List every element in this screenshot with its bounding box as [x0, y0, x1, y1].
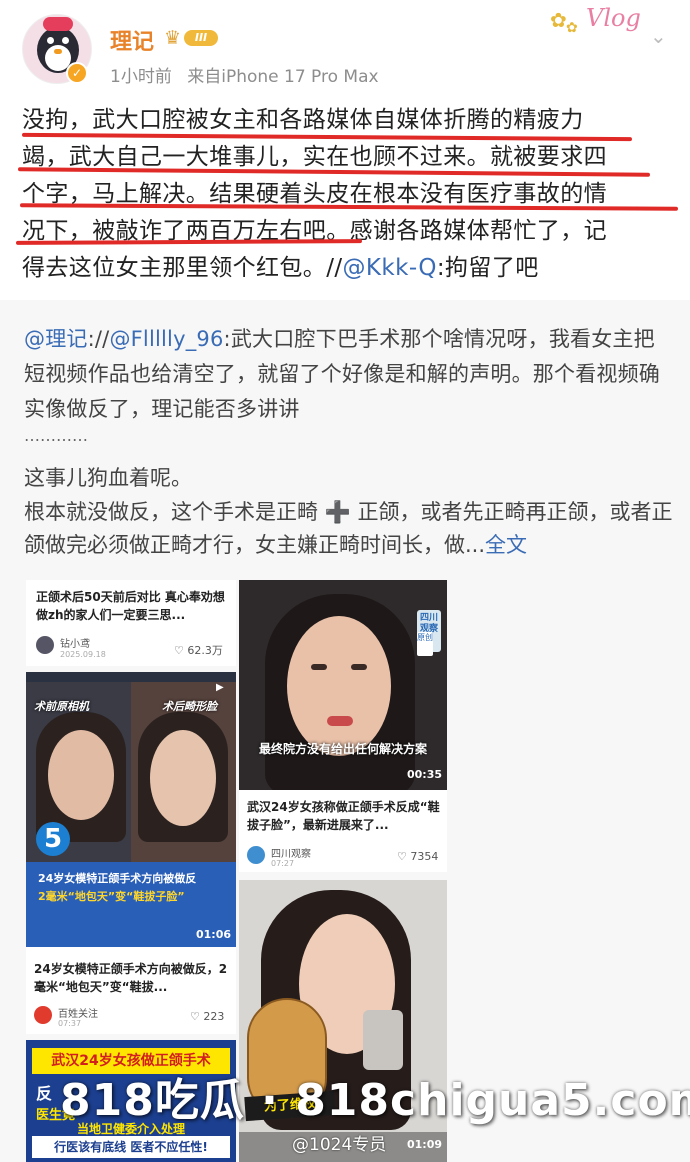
- video-caption: 最终院方没有给出任何解决方案: [258, 742, 427, 756]
- flower-icon: ✿: [550, 8, 567, 32]
- video-thumbnail: 术前原相机 术后畸形脸 ▶ 24岁女模特正颌手术方向被做反 2毫米“地包天”变“…: [26, 672, 236, 947]
- card-title: 武汉24岁女孩称做正颌手术反成“鞋拔子脸”，最新进展来了...: [247, 800, 440, 832]
- post-body: 没拘，武大口腔被女主和各路媒体自媒体折腾的精疲力 竭，武大自己一大堆事儿，实在也…: [22, 102, 672, 287]
- channel-logo-icon: 5: [36, 822, 70, 856]
- quoted-reply: 这事儿狗血着呢。: [24, 466, 192, 490]
- card-title: 24岁女模特正颌手术方向被做反，2毫米“地包天”变“鞋拔...: [34, 962, 228, 994]
- card-date: 2025.09.18: [60, 650, 106, 659]
- expand-link[interactable]: 全文: [485, 533, 527, 557]
- post-line: 得去这位女主那里领个红包。//@Kkk-Q:拘留了吧: [22, 255, 539, 281]
- site-watermark: 818吃瓜 · 818chigua5.com: [60, 1075, 690, 1126]
- video-duration: 01:09: [407, 1138, 443, 1151]
- video-duration: 01:06: [196, 928, 232, 941]
- post-meta: 1小时前 来自iPhone 17 Pro Max: [110, 62, 389, 87]
- card-date: 07:37: [58, 1019, 82, 1028]
- video-card[interactable]: 四川 观察 原创 最终院方没有给出任何解决方案 00:35 武汉24岁女孩称做正…: [239, 580, 447, 872]
- chevron-down-icon[interactable]: ⌄: [650, 24, 667, 48]
- card-date: 07:27: [271, 859, 295, 868]
- post-time: 1小时前: [110, 67, 172, 87]
- ellipsis: …………: [24, 426, 88, 445]
- mention-link[interactable]: @理记: [24, 327, 88, 351]
- original-badge: 原创: [417, 632, 433, 656]
- avatar: [36, 636, 54, 654]
- post-header: ✓ 理记 ♛ III 1小时前 来自iPhone 17 Pro Max ✿ ✿ …: [0, 0, 690, 96]
- card-author: 四川观察: [271, 849, 311, 860]
- mention-link[interactable]: @Kkk-Q: [343, 255, 437, 281]
- video-card[interactable]: 正颌术后50天前后对比 真心奉劝想做zh的家人们一定要三思... 钻小鸢 202…: [26, 580, 236, 666]
- thumb-label: 术后畸形脸: [162, 700, 217, 713]
- avatar: [247, 846, 265, 864]
- video-duration: 00:35: [407, 768, 443, 781]
- avatar: [34, 1006, 52, 1024]
- author-name[interactable]: 理记: [110, 24, 154, 56]
- video-caption: 2毫米“地包天”变“鞋拔子脸”: [38, 890, 185, 903]
- crown-icon: ♛: [164, 27, 182, 49]
- verified-icon: ✓: [66, 62, 88, 84]
- video-thumbnail: 四川 观察 原创 最终院方没有给出任何解决方案 00:35: [239, 580, 447, 790]
- post-line: 况下，被敲诈了两百万左右吧。感谢各路媒体帮忙了，记: [22, 218, 607, 244]
- like-count[interactable]: ♡ 7354: [397, 850, 438, 863]
- thumb-text: 反: [36, 1084, 53, 1103]
- card-title: 正颌术后50天前后对比 真心奉劝想做zh的家人们一定要三思...: [36, 590, 225, 622]
- weibo-watermark: @1024专员: [292, 1135, 387, 1155]
- video-card[interactable]: 术前原相机 术后畸形脸 ▶ 24岁女模特正颌手术方向被做反 2毫米“地包天”变“…: [26, 672, 236, 1034]
- thumb-text: 行医该有底线 医者不应任性!: [32, 1136, 230, 1158]
- quoted-reply: 根本就没做反，这个手术是正畸 ➕ 正颌，或者先正畸再正颌，或者正颌做完必须做正畸…: [24, 500, 673, 557]
- card-author: 百姓关注: [58, 1009, 98, 1020]
- level-badge[interactable]: ♛ III: [164, 27, 222, 49]
- quoted-text: @理记://@Fllllly_96:武大口腔下巴手术那个啥情况呀，我看女主把短视…: [24, 327, 660, 421]
- post-source: 来自iPhone 17 Pro Max: [187, 67, 379, 87]
- flower-icon: ✿: [566, 20, 578, 36]
- thumb-label: 术前原相机: [34, 700, 89, 713]
- like-count[interactable]: ♡ 62.3万: [174, 642, 223, 658]
- video-caption: 24岁女模特正颌手术方向被做反: [38, 872, 197, 885]
- vlog-badge: ✿ ✿ Vlog: [550, 4, 641, 36]
- mention-link[interactable]: @Fllllly_96: [109, 327, 223, 351]
- like-count[interactable]: ♡ 223: [190, 1010, 224, 1023]
- card-author: 钻小鸢: [60, 639, 90, 650]
- play-icon: ▶: [216, 682, 224, 693]
